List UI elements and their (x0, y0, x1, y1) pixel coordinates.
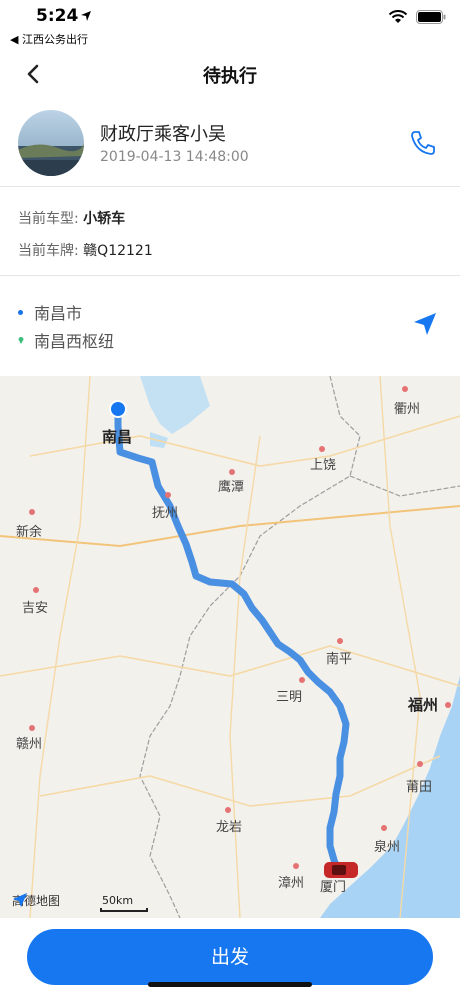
map-city-label: 厦门 (320, 880, 347, 895)
passenger-avatar (18, 110, 84, 176)
back-to-app-link[interactable]: ◀ 江西公务出行 (10, 31, 88, 47)
passenger-name: 财政厅乘客小吴 (100, 124, 226, 145)
depart-button[interactable]: 出发 (27, 929, 433, 985)
route-map[interactable]: 衢州 南昌 上饶 鹰潭 抚州 新余 吉安 南平 三明 福州 赣州 莆田 泉州 龙… (0, 376, 460, 918)
route-destination-row: 南昌西枢纽 (18, 328, 114, 352)
route-origin-row: 南昌市 (18, 300, 82, 324)
wifi-icon (388, 10, 408, 23)
car-type-row: 当前车型: 小轿车 (18, 205, 153, 233)
phone-icon[interactable] (408, 128, 438, 158)
route-origin: 南昌市 (34, 304, 83, 323)
car-plate-label: 当前车牌: (18, 243, 79, 259)
map-city-label: 鹰潭 (218, 480, 245, 495)
status-indicators (388, 10, 446, 24)
home-indicator[interactable] (148, 982, 312, 987)
car-type-value: 小轿车 (83, 211, 126, 227)
map-city-label: 南昌 (102, 428, 133, 446)
navigation-bar: 待执行 (0, 52, 460, 96)
passenger-card: 财政厅乘客小吴 2019-04-13 14:48:00 (0, 100, 460, 186)
map-city-label: 莆田 (406, 780, 433, 795)
battery-icon (416, 10, 446, 24)
car-info: 当前车型: 小轿车 当前车牌: 赣Q12121 (18, 205, 153, 265)
car-type-label: 当前车型: (18, 211, 79, 227)
map-city-label: 抚州 (152, 506, 179, 521)
route-destination: 南昌西枢纽 (34, 332, 115, 351)
map-city-label: 福州 (408, 696, 439, 714)
order-time: 2019-04-13 14:48:00 (100, 149, 249, 165)
status-time: 5:24 (36, 6, 79, 26)
map-city-label: 上饶 (310, 458, 337, 473)
map-city-label: 新余 (16, 525, 43, 540)
location-arrow-icon (81, 11, 91, 21)
map-city-label: 泉州 (374, 840, 401, 855)
divider (0, 275, 460, 276)
origin-marker (109, 400, 127, 418)
destination-pin-icon (18, 337, 24, 344)
status-bar: 5:24 ◀ 江西公务出行 (0, 0, 460, 48)
map-city-label: 漳州 (278, 876, 305, 891)
navigation-arrow-icon[interactable] (412, 311, 438, 337)
map-city-label: 龙岩 (216, 820, 243, 835)
map-city-label: 三明 (276, 690, 303, 705)
map-scale-label: 50km (102, 894, 134, 907)
map-city-label: 衢州 (394, 402, 421, 417)
divider (0, 186, 460, 187)
page-title: 待执行 (203, 66, 257, 87)
map-city-label: 南平 (326, 652, 353, 667)
car-plate-value: 赣Q12121 (83, 243, 153, 259)
car-plate-row: 当前车牌: 赣Q12121 (18, 237, 153, 265)
map-provider-logo: 高德地图 (12, 892, 60, 909)
map-city-label: 赣州 (16, 737, 43, 752)
origin-dot-icon (18, 309, 23, 315)
bottom-bar: 出发 (0, 918, 460, 996)
route-section: 南昌市 南昌西枢纽 (0, 295, 460, 355)
amap-logo-icon (13, 893, 27, 907)
map-city-label: 吉安 (22, 601, 49, 616)
map-scale-bar (100, 908, 148, 912)
